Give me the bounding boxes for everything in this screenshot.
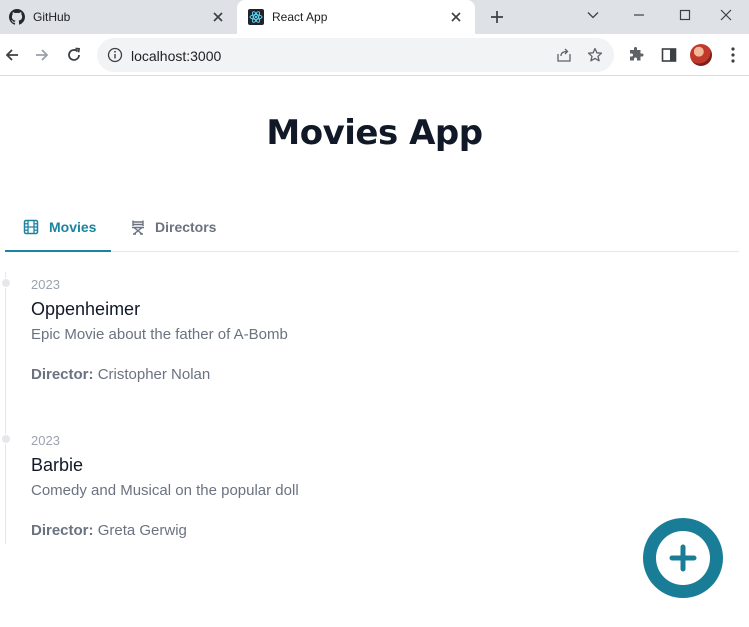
app-tab-bar: Movies Directors [5, 203, 739, 252]
movie-description: Comedy and Musical on the popular doll [31, 482, 299, 499]
movie-director: Director: Cristopher Nolan [31, 366, 210, 384]
share-icon[interactable] [556, 47, 572, 63]
chevron-down-icon [587, 12, 599, 19]
more-vert-icon[interactable] [728, 46, 738, 64]
movie-description: Epic Movie about the father of A-Bomb [31, 326, 288, 343]
fab-inner [656, 531, 710, 585]
minimize-icon [634, 14, 644, 16]
add-movie-button[interactable] [643, 518, 723, 598]
minimize-button[interactable] [616, 0, 662, 30]
reload-button[interactable] [64, 45, 84, 65]
movie-director: Director: Greta Gerwig [31, 522, 187, 540]
profile-avatar[interactable] [690, 44, 712, 66]
tab-movies[interactable]: Movies [5, 203, 111, 252]
arrow-left-icon [5, 49, 18, 61]
director-name: Greta Gerwig [97, 522, 187, 539]
movie-year: 2023 [31, 277, 60, 292]
react-icon [248, 9, 264, 25]
tab-directors-label: Directors [155, 219, 217, 235]
browser-toolbar: localhost:3000 [0, 34, 749, 76]
close-tab-icon[interactable] [449, 10, 463, 24]
info-icon[interactable] [107, 47, 123, 63]
close-icon [720, 9, 732, 21]
tab-directors[interactable]: Directors [129, 203, 239, 252]
page-title: Movies App [266, 113, 483, 153]
browser-tab-title: React App [272, 10, 328, 24]
browser-tab-react-app[interactable]: React App [237, 0, 475, 34]
plus-icon [669, 544, 697, 572]
github-icon [9, 9, 25, 25]
url-text[interactable]: localhost:3000 [131, 48, 221, 64]
movie-title: Oppenheimer [31, 299, 141, 319]
back-button[interactable] [2, 45, 22, 65]
director-chair-icon [132, 220, 144, 235]
browser-tab-github[interactable]: GitHub [0, 0, 237, 34]
tab-search-button[interactable] [570, 0, 616, 30]
new-tab-icon[interactable] [489, 9, 505, 25]
star-icon[interactable] [587, 47, 603, 63]
browser-tab-strip: GitHub React App [0, 0, 749, 34]
close-tab-icon[interactable] [211, 10, 225, 24]
reload-icon [68, 47, 80, 61]
movie-title: Barbie [31, 455, 84, 475]
timeline-dot [1, 278, 11, 288]
director-label: Director: [31, 366, 94, 383]
movie-year: 2023 [31, 433, 60, 448]
director-name: Cristopher Nolan [97, 366, 211, 383]
timeline-dot [1, 434, 11, 444]
side-panel-icon[interactable] [661, 47, 677, 63]
extensions-icon[interactable] [628, 47, 644, 63]
maximize-icon [679, 9, 691, 21]
tab-movies-label: Movies [49, 219, 97, 235]
film-icon [23, 219, 39, 235]
arrow-right-icon [36, 49, 49, 61]
browser-tab-title: GitHub [33, 10, 71, 24]
page-content: Movies App Movies Directors 2023 Oppenhe… [0, 77, 749, 627]
maximize-button[interactable] [662, 0, 708, 30]
movie-timeline: 2023 Oppenheimer Epic Movie about the fa… [1, 272, 705, 544]
close-window-button[interactable] [703, 0, 749, 30]
director-label: Director: [31, 522, 94, 539]
address-bar[interactable]: localhost:3000 [97, 38, 614, 72]
forward-button[interactable] [32, 45, 52, 65]
